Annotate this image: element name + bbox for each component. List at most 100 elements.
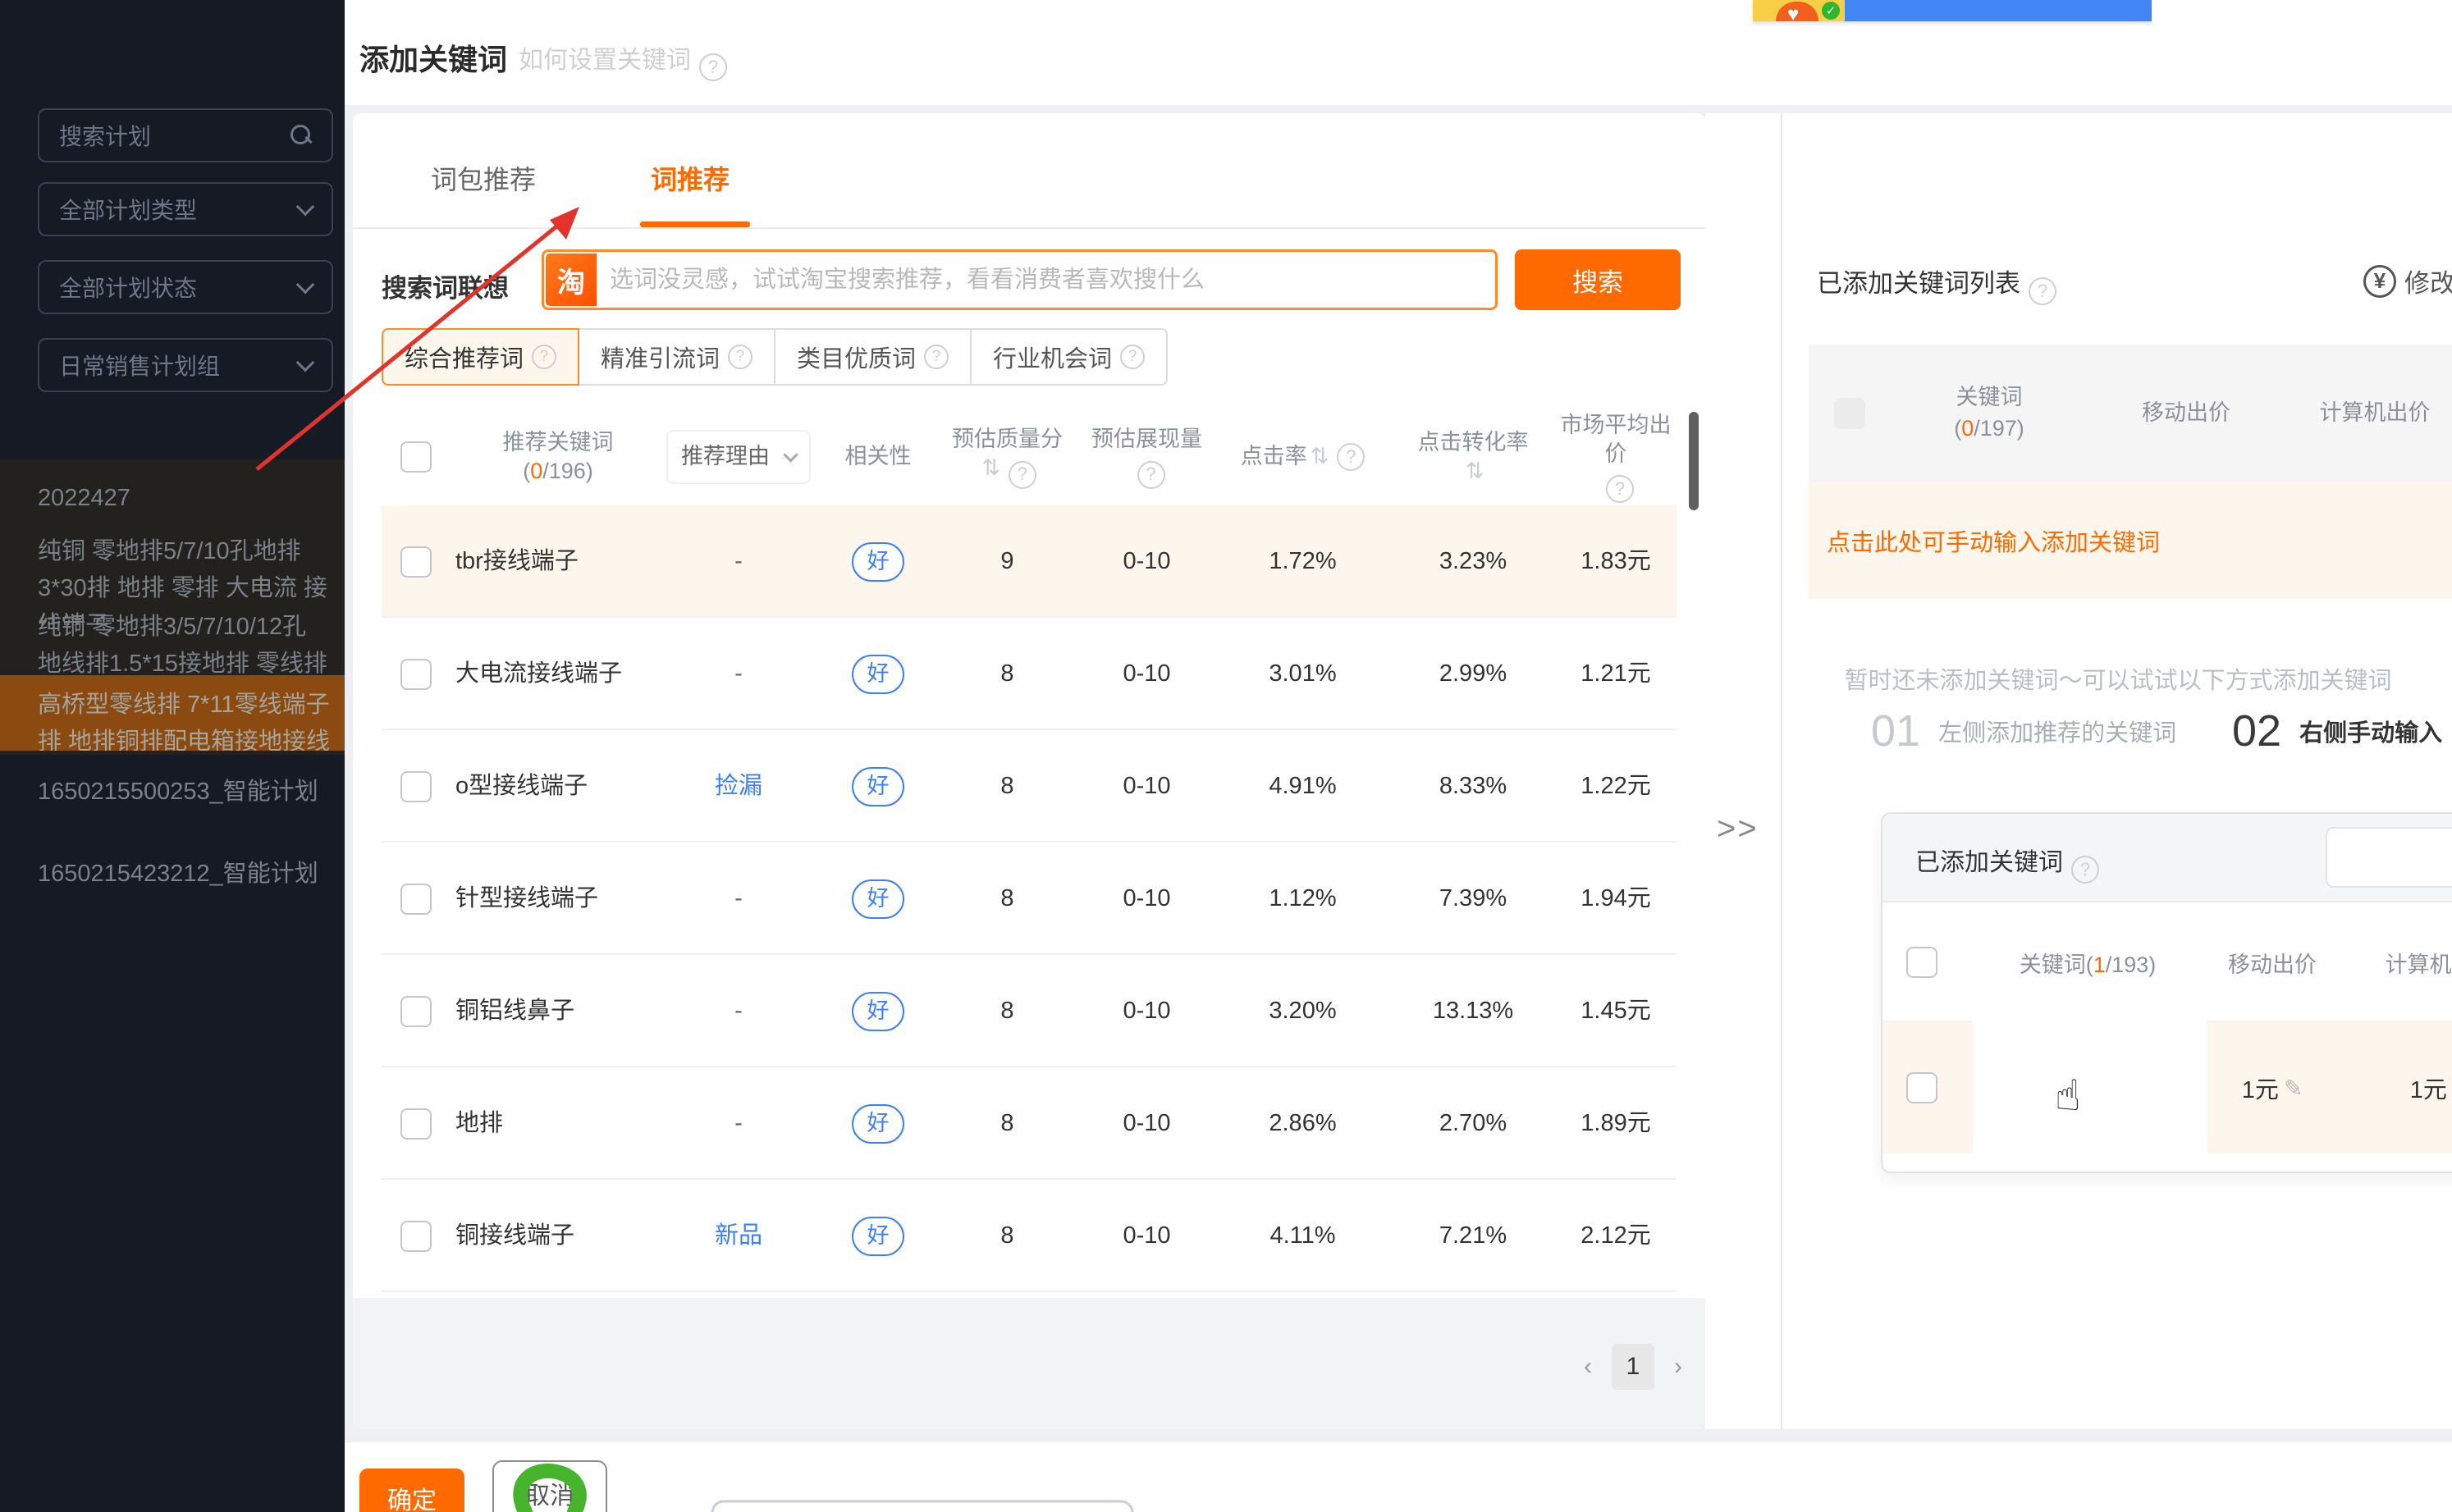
reason-cell[interactable]: 新品 xyxy=(661,1180,817,1292)
row-checkbox[interactable] xyxy=(400,546,432,578)
row-checkbox[interactable] xyxy=(400,996,432,1027)
col-keyword: 推荐关键词 (0/196) xyxy=(455,409,661,505)
help-icon[interactable]: ? xyxy=(728,345,753,369)
sort-icon[interactable]: ⇅ xyxy=(1466,459,1484,483)
row-checkbox[interactable] xyxy=(400,771,432,802)
cancel-button[interactable]: 取消 xyxy=(492,1460,607,1512)
relevance-badge: 好 xyxy=(852,542,904,582)
help-icon[interactable]: ? xyxy=(1120,345,1145,369)
keyword-cell: 针型接线端子 xyxy=(455,843,661,955)
help-icon[interactable]: ? xyxy=(2029,277,2056,305)
cvr-cell: 7.39% xyxy=(1391,843,1555,955)
row-checkbox[interactable] xyxy=(400,884,432,915)
edit-pencil-icon[interactable]: ✎ xyxy=(2284,1075,2303,1102)
keyword-cell: o型接线端子 xyxy=(455,730,661,843)
plan-item[interactable]: 1650215423212_智能计划 xyxy=(0,856,345,893)
table-row[interactable]: o型接线端子 捡漏 好 8 0-10 4.91% 8.33% 1.22元 xyxy=(382,730,1677,843)
ctr-cell: 2.86% xyxy=(1223,1067,1383,1180)
col-reason: 推荐理由 xyxy=(661,409,817,505)
chevron-down-icon xyxy=(296,198,315,217)
keyword-cell: 铜铝线鼻子 xyxy=(455,955,661,1067)
chip-industry[interactable]: 行业机会词? xyxy=(972,328,1168,386)
page-number[interactable]: 1 xyxy=(1612,1344,1654,1390)
dialog-footer: 确定 取消 xyxy=(345,1442,2452,1512)
tab-word-package[interactable]: 词包推荐 xyxy=(431,159,536,197)
table-row[interactable]: 铜接线端子 新品 好 8 0-10 4.11% 7.21% 2.12元 xyxy=(382,1180,1677,1292)
plan-type-select[interactable]: 全部计划类型 xyxy=(38,182,333,236)
table-row[interactable]: 铜铝线鼻子 - 好 8 0-10 3.20% 13.13% 1.45元 xyxy=(382,955,1677,1067)
mascot-badge: ✓ xyxy=(1753,0,1845,21)
reason-cell: - xyxy=(661,843,817,955)
help-icon[interactable]: ? xyxy=(1137,461,1165,489)
plan-group-label: 日常销售计划组 xyxy=(59,349,220,381)
chip-precision[interactable]: 精准引流词? xyxy=(579,328,775,386)
added-keywords-popover: 已添加关键词? 关键词(1/193) 移动出价 计算机出价 ☝ 1元✎ xyxy=(1881,812,2452,1173)
plan-item[interactable]: 2022427 xyxy=(0,480,345,517)
expand-panel-button[interactable]: >> xyxy=(1717,811,1759,847)
prev-page-button[interactable]: ‹ xyxy=(1584,1353,1592,1381)
empty-step-2: 02 右侧手动输入 xyxy=(2232,706,2442,756)
reason-filter-select[interactable]: 推荐理由 xyxy=(666,430,811,484)
help-icon[interactable]: ? xyxy=(2071,856,2099,884)
dialog-help-link[interactable]: 如何设置关键词? xyxy=(519,39,727,81)
cvr-cell: 13.13% xyxy=(1391,955,1555,1067)
help-icon[interactable]: ? xyxy=(1606,475,1634,503)
reason-cell[interactable]: 捡漏 xyxy=(661,730,817,843)
row-checkbox[interactable] xyxy=(400,1221,432,1252)
plan-group-select[interactable]: 日常销售计划组 xyxy=(38,338,333,392)
bid-cell: 1.94元 xyxy=(1555,843,1677,955)
cvr-cell: 2.99% xyxy=(1391,618,1555,730)
dialog-title: 添加关键词 xyxy=(359,36,507,79)
keyword-cell[interactable] xyxy=(1973,1012,2207,1163)
modify-bid-button[interactable]: ¥ 修改 xyxy=(2363,263,2452,299)
plan-search-input[interactable]: 搜索计划 xyxy=(38,108,333,162)
screen: 搜索计划 全部计划类型 全部计划状态 日常销售计划组 2022427 纯铜 零地… xyxy=(0,0,2452,1512)
help-icon[interactable]: ? xyxy=(1337,443,1365,471)
row-checkbox[interactable] xyxy=(400,1108,432,1140)
added-keyword-row[interactable]: ☝ 1元✎ 1元✎ xyxy=(1882,1022,2452,1153)
search-button[interactable]: 搜索 xyxy=(1515,249,1681,310)
chip-comprehensive[interactable]: 综合推荐词? xyxy=(382,328,579,386)
confirm-button[interactable]: 确定 xyxy=(359,1469,464,1512)
table-scrollbar[interactable] xyxy=(1689,412,1699,510)
help-icon[interactable]: ? xyxy=(924,345,949,369)
mobile-bid-value: 1元✎ xyxy=(2242,1071,2303,1105)
sort-icon[interactable]: ⇅ xyxy=(1311,442,1329,471)
bid-cell: 1.21元 xyxy=(1555,618,1677,730)
col-mobile-bid: 移动出价 xyxy=(2211,902,2334,1022)
impress-cell: 0-10 xyxy=(1075,505,1219,618)
help-icon[interactable]: ? xyxy=(699,53,727,81)
cvr-cell: 8.33% xyxy=(1391,730,1555,843)
keyword-search-input[interactable] xyxy=(610,255,1471,304)
cvr-cell: 2.70% xyxy=(1391,1067,1555,1180)
word-type-chips: 综合推荐词? 精准引流词? 类目优质词? 行业机会词? xyxy=(382,328,1168,386)
select-all-checkbox[interactable] xyxy=(1906,947,1937,978)
table-footer: ‹ 1 › xyxy=(353,1298,1705,1429)
table-row[interactable]: 地排 - 好 8 0-10 2.86% 2.70% 1.89元 xyxy=(382,1067,1677,1180)
row-checkbox[interactable] xyxy=(400,659,432,690)
reason-cell: - xyxy=(661,1067,817,1180)
plan-search-placeholder: 搜索计划 xyxy=(59,119,151,152)
manual-input-link[interactable]: 点击此处可手动输入添加关键词 xyxy=(1827,523,2160,558)
plan-status-select[interactable]: 全部计划状态 xyxy=(38,260,333,314)
help-icon[interactable]: ? xyxy=(1009,461,1036,489)
select-all-checkbox[interactable] xyxy=(400,441,432,473)
plan-item-active[interactable]: 高桥型零线排 7*11零线端子排 地排铜排配电箱接地接线端子 xyxy=(0,675,345,751)
table-row[interactable]: 针型接线端子 - 好 8 0-10 1.12% 7.39% 1.94元 xyxy=(382,843,1677,955)
tab-word-recommend[interactable]: 词推荐 xyxy=(651,159,730,197)
taobao-icon: 淘 xyxy=(546,254,597,306)
sort-icon[interactable]: ⇅ xyxy=(981,455,1000,480)
chip-category[interactable]: 类目优质词? xyxy=(775,328,972,386)
popover-input[interactable] xyxy=(2326,827,2452,888)
banner-blue-bar xyxy=(1845,0,2152,21)
pagination: ‹ 1 › xyxy=(1584,1344,1682,1390)
keyword-cell: 地排 xyxy=(455,1067,661,1180)
row-checkbox[interactable] xyxy=(1906,1072,1937,1103)
sidebar: 搜索计划 全部计划类型 全部计划状态 日常销售计划组 2022427 纯铜 零地… xyxy=(0,0,345,1512)
plan-item[interactable]: 1650215500253_智能计划 xyxy=(0,774,345,811)
table-row[interactable]: 大电流接线端子 - 好 8 0-10 3.01% 2.99% 1.21元 xyxy=(382,618,1677,730)
next-page-button[interactable]: › xyxy=(1674,1353,1682,1381)
help-icon[interactable]: ? xyxy=(532,345,556,369)
manual-input-row[interactable]: 点击此处可手动输入添加关键词 xyxy=(1809,482,2452,599)
table-row[interactable]: tbr接线端子 - 好 9 0-10 1.72% 3.23% 1.83元 xyxy=(382,505,1677,618)
